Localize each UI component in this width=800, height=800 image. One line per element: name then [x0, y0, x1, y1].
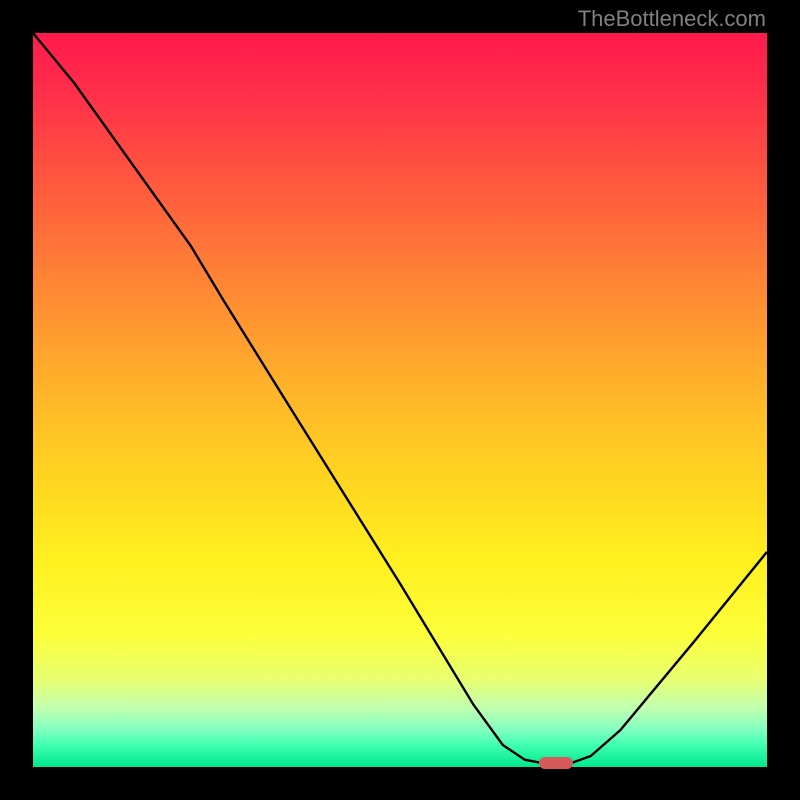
watermark-text: TheBottleneck.com [578, 6, 766, 32]
optimal-point-marker [539, 757, 573, 769]
bottleneck-curve [33, 33, 767, 767]
chart-container: TheBottleneck.com [0, 0, 800, 800]
